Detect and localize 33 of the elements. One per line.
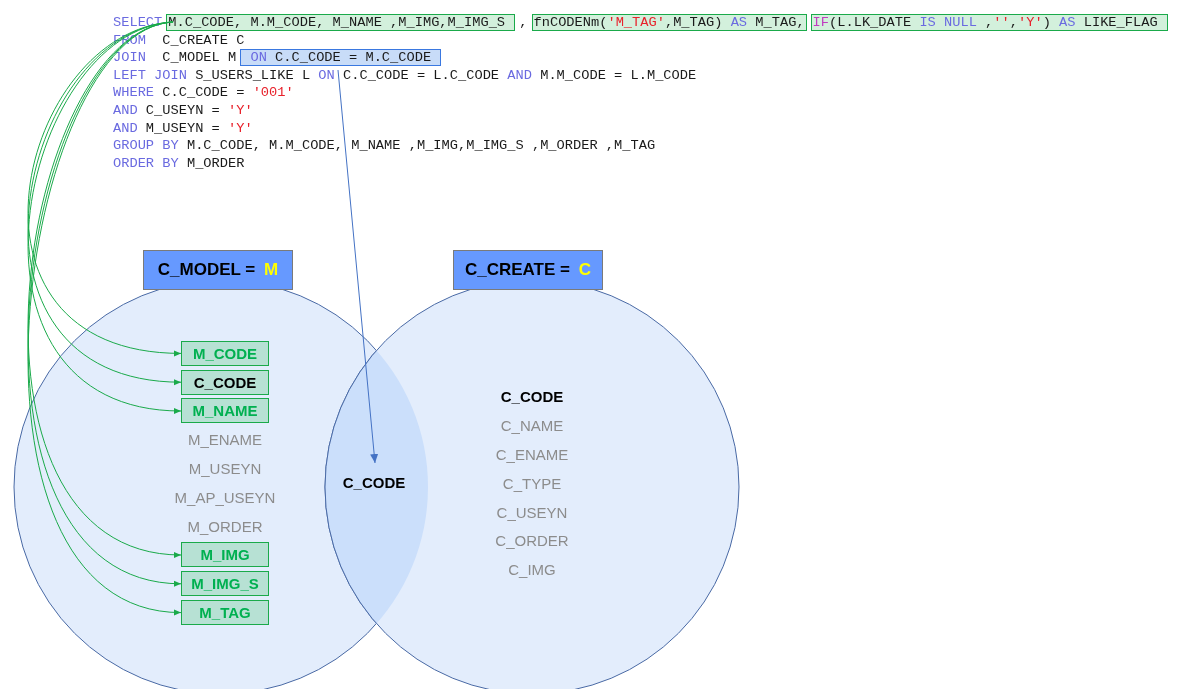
code-highlight: ON C.C_CODE = M.C_CODE <box>240 49 442 67</box>
column-name: C_TYPE <box>502 474 562 492</box>
selected-column-tag: M_NAME <box>181 398 269 424</box>
code-highlight: fnCODENm('M_TAG',M_TAG) AS M_TAG, <box>531 14 807 32</box>
code-text: GROUP BY M.C_CODE, M.M_CODE, M_NAME ,M_IMG,M_IMG_S ,M_ORDER ,M_TAG <box>113 137 656 155</box>
code-text: , <box>519 14 528 32</box>
column-name: C_IMG <box>508 561 556 579</box>
code-text: LEFT JOIN S_USERS_LIKE L ON C.C_CODE = L.C_CODE AND M.M_CODE = L.M_CODE <box>113 66 697 85</box>
selected-column-tag: M_TAG <box>181 600 269 626</box>
code-text: WHERE C.C_CODE = '001' <box>113 84 294 102</box>
code-text: SELECT <box>113 14 163 32</box>
selected-column-tag: M_IMG <box>181 542 269 568</box>
code-text: AND M_USEYN = 'Y' <box>113 119 253 138</box>
table-title: C_CREATE = C <box>453 250 603 290</box>
code-text: JOIN C_MODEL M <box>113 49 237 67</box>
table-title: C_MODEL = M <box>143 250 293 290</box>
code-text: ORDER BY M_ORDER <box>113 154 245 173</box>
column-name: M_ENAME <box>187 431 263 449</box>
column-name: M_ORDER <box>187 517 263 535</box>
selected-column-tag: C_CODE <box>181 369 269 395</box>
column-name: C_ORDER <box>495 532 569 550</box>
column-name: M_USEYN <box>188 460 262 478</box>
code-highlight: M.C_CODE, M.M_CODE, M_NAME ,M_IMG,M_IMG_S <box>166 14 516 32</box>
selected-column-tag: M_CODE <box>181 340 269 366</box>
code-text: AND C_USEYN = 'Y' <box>113 101 253 120</box>
column-name: C_NAME <box>500 417 564 435</box>
column-name: M_AP_USEYN <box>174 488 276 506</box>
code-highlight: IF(L.LK_DATE IS NULL ,'','Y') AS LIKE_FLAG <box>810 14 1168 32</box>
selected-column-tag: M_IMG_S <box>181 571 269 597</box>
column-name: C_CODE <box>341 474 407 491</box>
key-column-name: C_CODE <box>500 388 564 406</box>
column-name: C_USEYN <box>496 503 568 521</box>
column-name: C_ENAME <box>495 446 569 464</box>
